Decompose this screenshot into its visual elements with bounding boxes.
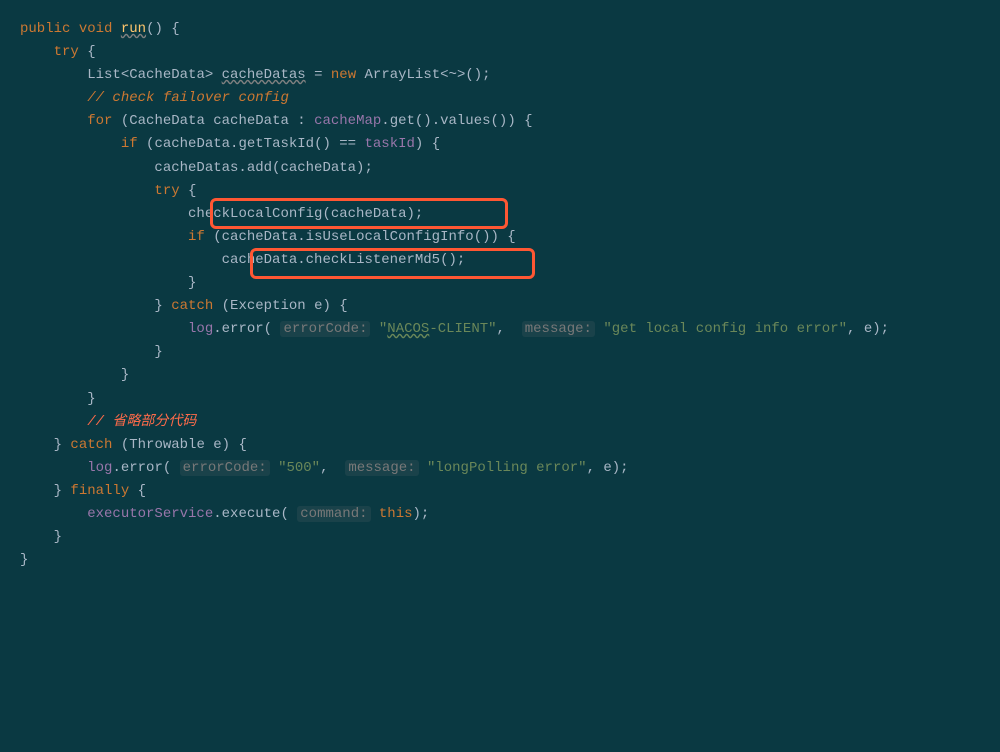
keyword-finally: finally: [70, 483, 129, 499]
var-cacheDatas: cacheDatas: [222, 67, 306, 83]
code-line[interactable]: }: [20, 529, 62, 545]
hint-message: message:: [345, 460, 418, 476]
keyword-catch: catch: [171, 298, 213, 314]
call-checkLocalConfig: checkLocalConfig(cacheData);: [188, 206, 423, 222]
code-line[interactable]: checkLocalConfig(cacheData);: [20, 206, 423, 222]
code-line[interactable]: }: [20, 367, 129, 383]
code-line[interactable]: }: [20, 552, 28, 568]
code-line[interactable]: if (cacheData.isUseLocalConfigInfo()) {: [20, 229, 516, 245]
comment-omitted: // 省略部分代码: [87, 414, 196, 430]
code-line[interactable]: try {: [20, 183, 196, 199]
code-line[interactable]: log.error( errorCode: "NACOS-CLIENT", me…: [20, 321, 889, 337]
code-line[interactable]: }: [20, 391, 96, 407]
hint-errorCode: errorCode:: [180, 460, 270, 476]
code-line[interactable]: } finally {: [20, 483, 146, 499]
code-line[interactable]: // check failover config: [20, 90, 289, 106]
keyword-if: if: [121, 136, 138, 152]
field-cacheMap: cacheMap: [314, 113, 381, 129]
keyword-try: try: [154, 183, 179, 199]
code-line[interactable]: executorService.execute( command: this);: [20, 506, 429, 522]
code-line[interactable]: for (CacheData cacheData : cacheMap.get(…: [20, 113, 533, 129]
code-line[interactable]: log.error( errorCode: "500", message: "l…: [20, 460, 629, 476]
hint-message: message:: [522, 321, 595, 337]
keyword-public: public: [20, 21, 70, 37]
keyword-for: for: [87, 113, 112, 129]
code-line[interactable]: if (cacheData.getTaskId() == taskId) {: [20, 136, 440, 152]
keyword-this: this: [379, 506, 413, 522]
field-taskId: taskId: [364, 136, 414, 152]
method-name-run: run: [121, 21, 146, 37]
code-line[interactable]: } catch (Exception e) {: [20, 298, 348, 314]
keyword-catch: catch: [70, 437, 112, 453]
call-checkListenerMd5: cacheData.checkListenerMd5();: [222, 252, 466, 268]
keyword-if: if: [188, 229, 205, 245]
code-line[interactable]: try {: [20, 44, 96, 60]
comment-failover: // check failover config: [87, 90, 289, 106]
code-line[interactable]: }: [20, 275, 196, 291]
code-line[interactable]: cacheDatas.add(cacheData);: [20, 160, 373, 176]
hint-command: command:: [297, 506, 370, 522]
keyword-new: new: [331, 67, 356, 83]
code-line[interactable]: cacheData.checkListenerMd5();: [20, 252, 465, 268]
code-line[interactable]: public void run() {: [20, 21, 180, 37]
hint-errorCode: errorCode:: [280, 321, 370, 337]
keyword-void: void: [79, 21, 113, 37]
keyword-try: try: [54, 44, 79, 60]
code-line[interactable]: }: [20, 344, 163, 360]
code-line[interactable]: List<CacheData> cacheDatas = new ArrayLi…: [20, 67, 491, 83]
field-executorService: executorService: [87, 506, 213, 522]
code-line[interactable]: } catch (Throwable e) {: [20, 437, 247, 453]
field-log: log: [188, 321, 213, 337]
code-line[interactable]: // 省略部分代码: [20, 414, 196, 430]
type-list: List: [87, 67, 121, 83]
field-log: log: [87, 460, 112, 476]
